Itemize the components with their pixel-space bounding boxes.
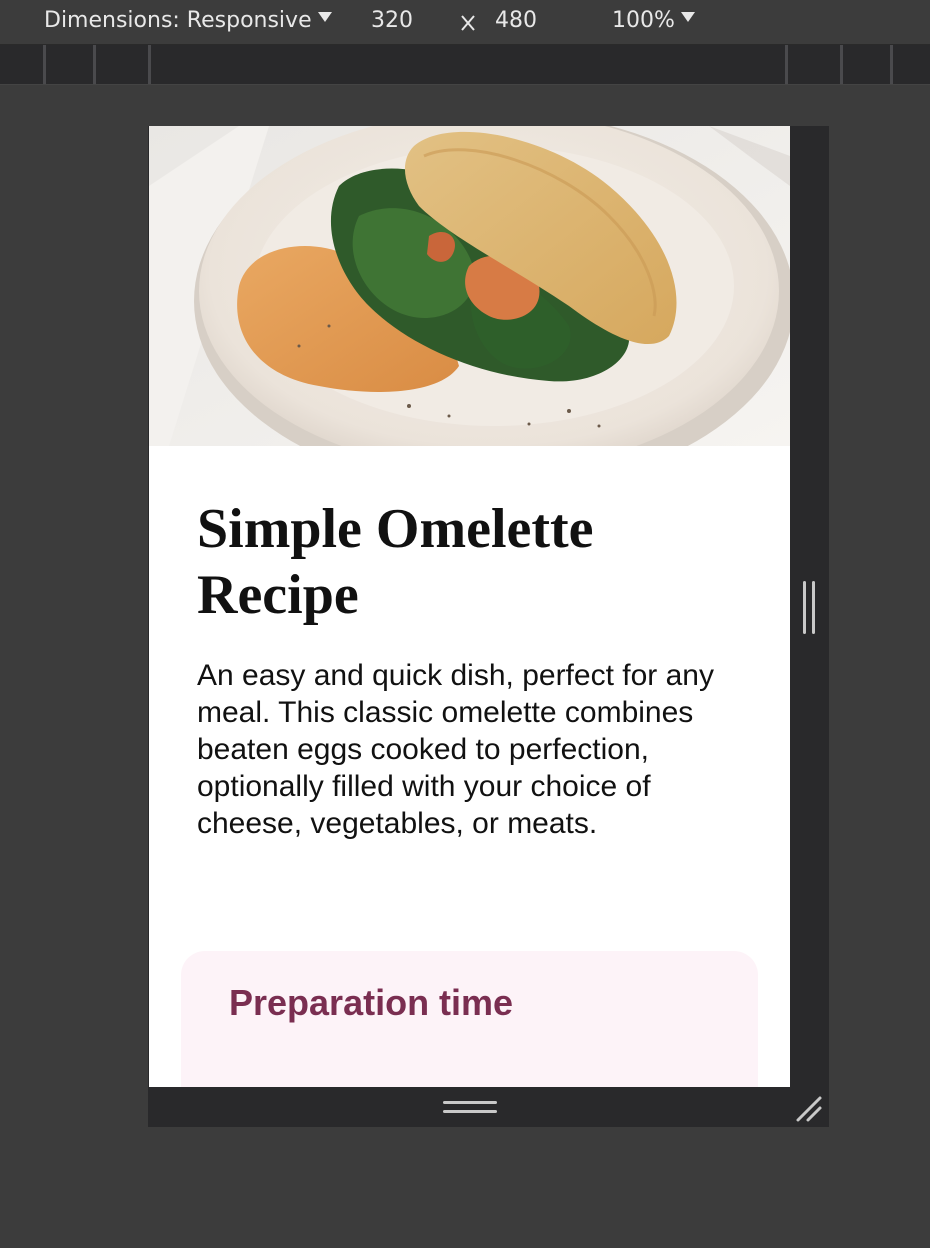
media-query-marker[interactable] bbox=[148, 45, 151, 84]
hero-image bbox=[149, 126, 790, 446]
resize-handle-icon[interactable] bbox=[803, 581, 817, 634]
resize-grip-line bbox=[812, 581, 815, 634]
media-query-bar[interactable] bbox=[0, 45, 930, 85]
resize-grip-line bbox=[443, 1101, 497, 1104]
caret-down-icon bbox=[317, 12, 332, 22]
preparation-time-heading: Preparation time bbox=[229, 982, 514, 1023]
resize-handle-icon[interactable] bbox=[443, 1101, 497, 1115]
width-input[interactable]: 320 bbox=[371, 6, 413, 36]
devtools-toolbar: Dimensions: Responsive 320 480 100% bbox=[0, 0, 930, 45]
recipe-description: An easy and quick dish, perfect for any … bbox=[197, 659, 714, 840]
resize-corner-icon[interactable] bbox=[794, 1094, 824, 1124]
zoom-select[interactable]: 100% bbox=[612, 6, 695, 36]
dimensions-select[interactable]: Dimensions: Responsive bbox=[44, 6, 332, 36]
emulated-viewport: Simple Omelette Recipe An easy and quick… bbox=[149, 126, 790, 1087]
media-query-marker[interactable] bbox=[43, 45, 46, 84]
caret-down-icon bbox=[680, 12, 695, 22]
dimensions-label: Dimensions: Responsive bbox=[44, 8, 312, 33]
height-input[interactable]: 480 bbox=[495, 6, 537, 36]
close-icon bbox=[461, 15, 475, 31]
media-query-marker[interactable] bbox=[840, 45, 843, 84]
media-query-marker[interactable] bbox=[785, 45, 788, 84]
recipe-title: Simple Omelette Recipe bbox=[197, 498, 594, 626]
resize-grip-line bbox=[803, 581, 806, 634]
zoom-label: 100% bbox=[612, 8, 675, 33]
resize-grip-line bbox=[443, 1110, 497, 1113]
preparation-time-card: Preparation time bbox=[181, 951, 758, 1087]
media-query-marker[interactable] bbox=[890, 45, 893, 84]
media-query-marker[interactable] bbox=[93, 45, 96, 84]
